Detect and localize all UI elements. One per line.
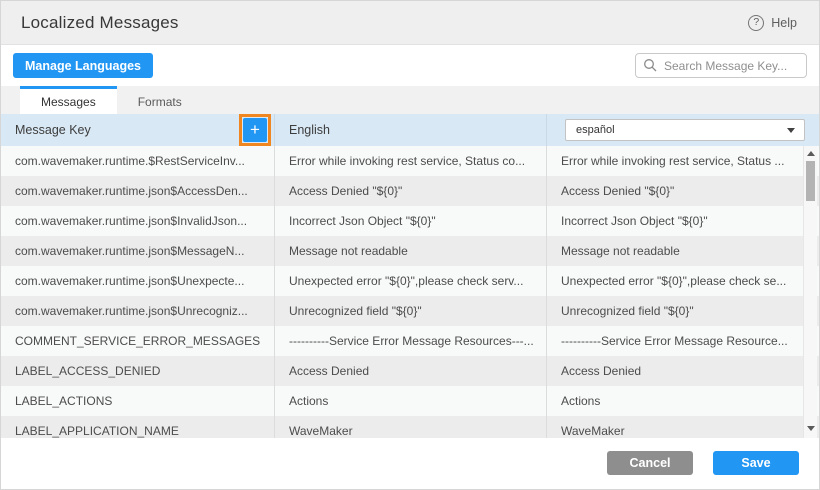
message-key-cell[interactable]: com.wavemaker.runtime.$RestServiceInv... [1,146,274,176]
table-row[interactable]: com.wavemaker.runtime.json$AccessDen... … [1,176,819,206]
table-row[interactable]: com.wavemaker.runtime.json$Unexpecte... … [1,266,819,296]
plus-icon: + [250,119,260,141]
message-key-cell[interactable]: LABEL_APPLICATION_NAME [1,416,274,438]
add-message-highlight: + [239,114,271,146]
toolbar: Manage Languages [1,45,819,86]
language-select-value: español [576,124,615,136]
save-button[interactable]: Save [713,451,799,475]
spanish-cell[interactable]: Access Denied "${0}" [546,176,819,206]
scroll-up-icon[interactable] [807,151,815,156]
search-box [635,53,807,78]
tab-messages[interactable]: Messages [20,86,117,114]
language-select[interactable]: español [565,119,805,141]
title-bar: Localized Messages ? Help [1,1,819,45]
table-row[interactable]: LABEL_ACCESS_DENIED Access Denied Access… [1,356,819,386]
localized-messages-dialog: Localized Messages ? Help Manage Languag… [0,0,820,490]
english-cell[interactable]: ----------Service Error Message Resource… [274,326,546,356]
dialog-footer: Cancel Save [1,438,819,490]
tab-formats[interactable]: Formats [117,86,203,114]
english-cell[interactable]: Access Denied "${0}" [274,176,546,206]
spanish-cell[interactable]: Unexpected error "${0}",please check se.… [546,266,819,296]
vertical-scrollbar[interactable] [803,146,817,438]
english-cell[interactable]: Incorrect Json Object "${0}" [274,206,546,236]
chevron-down-icon [787,128,795,133]
table-row[interactable]: LABEL_APPLICATION_NAME WaveMaker WaveMak… [1,416,819,438]
english-cell[interactable]: Message not readable [274,236,546,266]
tab-bar: Messages Formats [1,86,819,114]
manage-languages-button[interactable]: Manage Languages [13,53,153,78]
help-label: Help [771,16,797,30]
add-message-button[interactable]: + [243,118,267,142]
english-cell[interactable]: WaveMaker [274,416,546,438]
table-body-wrapper: com.wavemaker.runtime.$RestServiceInv...… [1,146,819,438]
message-key-cell[interactable]: LABEL_ACCESS_DENIED [1,356,274,386]
message-key-cell[interactable]: LABEL_ACTIONS [1,386,274,416]
search-icon [643,58,657,72]
help-icon: ? [748,15,764,31]
table-row[interactable]: com.wavemaker.runtime.json$MessageN... M… [1,236,819,266]
table-row[interactable]: com.wavemaker.runtime.json$InvalidJson..… [1,206,819,236]
spanish-cell[interactable]: Actions [546,386,819,416]
cancel-button[interactable]: Cancel [607,451,693,475]
message-key-cell[interactable]: com.wavemaker.runtime.json$Unexpecte... [1,266,274,296]
message-key-cell[interactable]: com.wavemaker.runtime.json$AccessDen... [1,176,274,206]
spanish-cell[interactable]: Message not readable [546,236,819,266]
english-cell[interactable]: Unrecognized field "${0}" [274,296,546,326]
message-key-cell[interactable]: COMMENT_SERVICE_ERROR_MESSAGES [1,326,274,356]
english-column-header: English [289,123,330,137]
spanish-cell[interactable]: Unrecognized field "${0}" [546,296,819,326]
table-header: Message Key + English español [1,114,819,146]
message-key-cell[interactable]: com.wavemaker.runtime.json$Unrecogniz... [1,296,274,326]
table-row[interactable]: com.wavemaker.runtime.$RestServiceInv...… [1,146,819,176]
page-title: Localized Messages [21,13,179,33]
english-cell[interactable]: Unexpected error "${0}",please check ser… [274,266,546,296]
spanish-cell[interactable]: Incorrect Json Object "${0}" [546,206,819,236]
spanish-cell[interactable]: Error while invoking rest service, Statu… [546,146,819,176]
table-row[interactable]: COMMENT_SERVICE_ERROR_MESSAGES ---------… [1,326,819,356]
table-row[interactable]: com.wavemaker.runtime.json$Unrecogniz...… [1,296,819,326]
spanish-cell[interactable]: WaveMaker [546,416,819,438]
message-key-cell[interactable]: com.wavemaker.runtime.json$MessageN... [1,236,274,266]
message-key-column-header: Message Key [15,123,91,137]
spanish-cell[interactable]: Access Denied [546,356,819,386]
table-body: com.wavemaker.runtime.$RestServiceInv...… [1,146,819,438]
english-cell[interactable]: Access Denied [274,356,546,386]
table-row[interactable]: LABEL_ACTIONS Actions Actions [1,386,819,416]
english-cell[interactable]: Error while invoking rest service, Statu… [274,146,546,176]
help-button[interactable]: ? Help [748,15,797,31]
english-cell[interactable]: Actions [274,386,546,416]
search-input[interactable] [635,53,807,78]
scrollbar-thumb[interactable] [806,161,815,201]
scroll-down-icon[interactable] [807,426,815,431]
spanish-cell[interactable]: ----------Service Error Message Resource… [546,326,819,356]
message-key-cell[interactable]: com.wavemaker.runtime.json$InvalidJson..… [1,206,274,236]
